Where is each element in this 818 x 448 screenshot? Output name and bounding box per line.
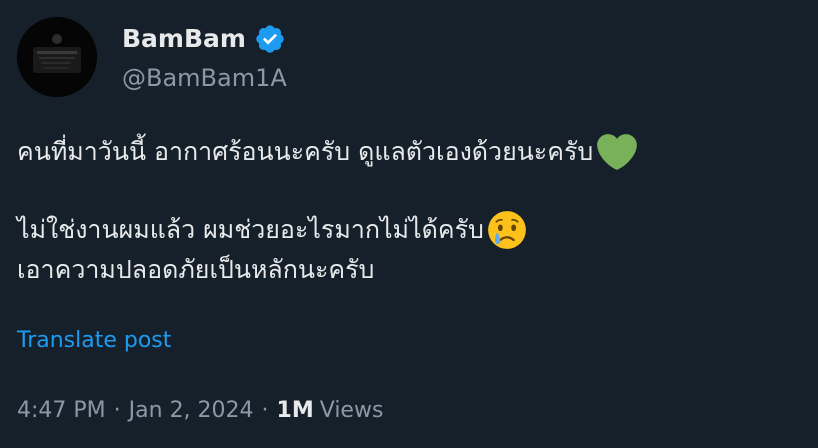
avatar-image <box>17 17 97 97</box>
name-row: BamBam <box>122 22 286 56</box>
tweet-line-text: ไม่ใช่งานผมแล้ว ผมช่วยอะไรมากไม่ได้ครับ <box>17 215 484 244</box>
tweet-meta: 4:47 PM · Jan 2, 2024 · 1M Views <box>17 395 383 427</box>
tweet-date[interactable]: Jan 2, 2024 <box>129 395 254 427</box>
tweet-text: คนที่มาวันนี้ อากาศร้อนนะครับ ดูแลตัวเอง… <box>17 132 807 290</box>
display-name[interactable]: BamBam <box>122 22 246 56</box>
tweet-line: ไม่ใช่งานผมแล้ว ผมช่วยอะไรมากไม่ได้ครับ <box>17 210 807 250</box>
meta-separator: · <box>261 398 269 423</box>
avatar[interactable] <box>17 17 97 97</box>
meta-separator: · <box>113 398 121 423</box>
tweet-card: BamBam @BamBam1A คนที่มาวันนี้ อากาศร้อน… <box>0 0 818 448</box>
tweet-line-text: คนที่มาวันนี้ อากาศร้อนนะครับ ดูแลตัวเอง… <box>17 137 594 166</box>
translate-post-link[interactable]: Translate post <box>17 325 171 357</box>
verified-badge-icon[interactable] <box>254 23 286 55</box>
user-handle[interactable]: @BamBam1A <box>122 62 287 94</box>
crying-face-icon <box>487 211 526 249</box>
views-label[interactable]: Views <box>320 395 384 427</box>
tweet-line: คนที่มาวันนี้ อากาศร้อนนะครับ ดูแลตัวเอง… <box>17 132 807 172</box>
green-heart-icon <box>597 134 638 170</box>
tweet-line-text: เอาความปลอดภัยเป็นหลักนะครับ <box>17 255 375 284</box>
views-count[interactable]: 1M <box>277 395 314 427</box>
tweet-time[interactable]: 4:47 PM <box>17 395 106 427</box>
tweet-line: เอาความปลอดภัยเป็นหลักนะครับ <box>17 250 807 290</box>
